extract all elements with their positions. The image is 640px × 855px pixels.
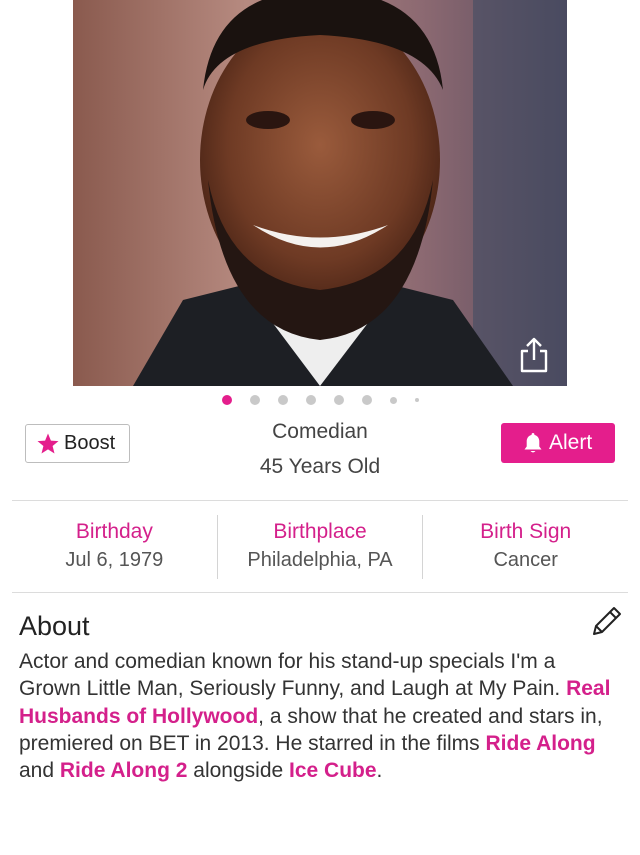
carousel-dot[interactable]: [249, 395, 260, 405]
carousel-dot[interactable]: [414, 398, 419, 402]
about-title: About: [19, 611, 90, 641]
alert-label: Alert: [549, 431, 593, 454]
fact-value: Philadelphia, PA: [247, 549, 393, 571]
carousel-dot[interactable]: [361, 395, 372, 405]
fact-value: Jul 6, 1979: [65, 549, 164, 571]
carousel-indicator[interactable]: [0, 392, 640, 408]
profile-photo[interactable]: [73, 0, 567, 386]
carousel-dot[interactable]: [305, 395, 316, 405]
fact-label: Birth Sign: [480, 520, 572, 543]
fact-label: Birthplace: [273, 520, 367, 543]
share-icon: [520, 337, 548, 373]
about-text-segment: .: [376, 759, 383, 783]
carousel-dot[interactable]: [333, 395, 344, 405]
divider: [12, 500, 628, 501]
alert-button[interactable]: Alert: [501, 423, 615, 463]
fact-value: Cancer: [493, 549, 558, 571]
film-link-ride-along-2[interactable]: Ride Along 2: [60, 759, 188, 782]
carousel-dot[interactable]: [277, 395, 288, 405]
about-text-segment: alongside: [187, 759, 290, 783]
bell-icon: [524, 433, 542, 453]
carousel-dot-active[interactable]: [221, 395, 232, 405]
edit-button[interactable]: [590, 604, 624, 638]
fact-label: Birthday: [75, 520, 153, 543]
about-text-segment: Actor and comedian known for his stand-u…: [19, 650, 567, 701]
about-text-segment: and: [19, 759, 60, 783]
about-text: Actor and comedian known for his stand-u…: [19, 648, 619, 784]
pencil-icon: [593, 607, 621, 635]
divider: [12, 592, 628, 593]
fact-birthday: Birthday Jul 6, 1979: [12, 515, 217, 579]
film-link-ride-along[interactable]: Ride Along: [486, 732, 596, 755]
carousel-dot[interactable]: [389, 396, 397, 404]
facts-row: Birthday Jul 6, 1979 Birthplace Philadel…: [12, 515, 628, 579]
person-link-ice-cube[interactable]: Ice Cube: [289, 759, 377, 782]
profile-photo-image: [73, 0, 567, 386]
fact-birth-sign[interactable]: Birth Sign Cancer: [422, 515, 628, 579]
share-button[interactable]: [517, 336, 551, 374]
fact-birthplace[interactable]: Birthplace Philadelphia, PA: [216, 515, 423, 579]
